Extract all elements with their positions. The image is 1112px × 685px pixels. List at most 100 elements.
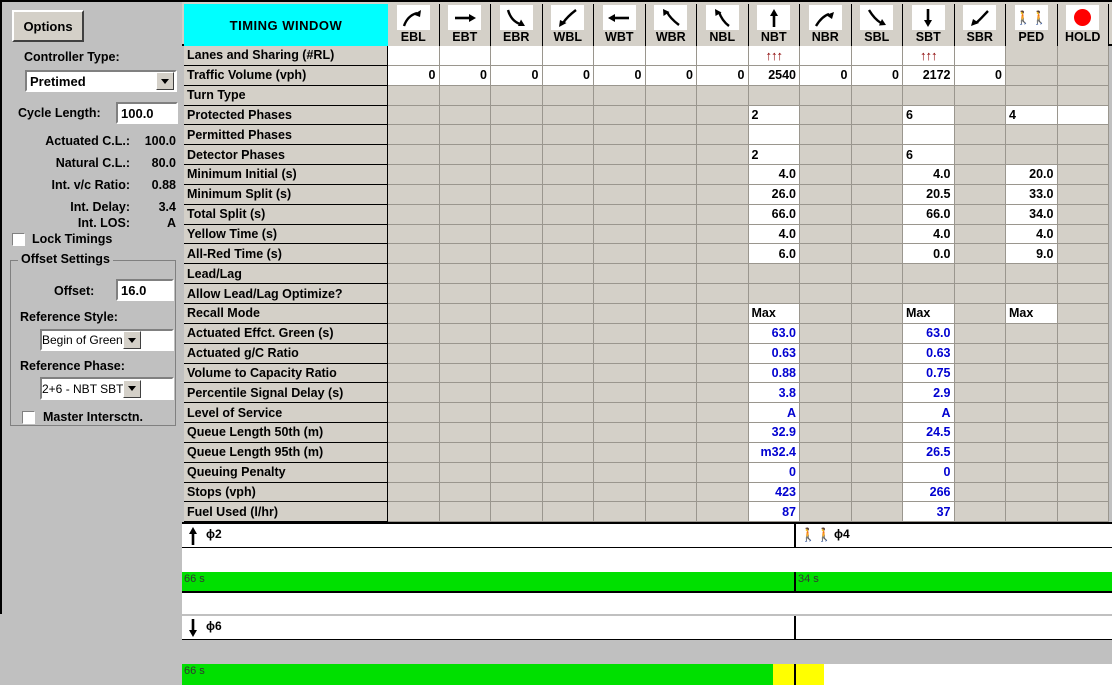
table-cell[interactable] (748, 125, 800, 146)
table-cell[interactable]: 0.75 (903, 363, 955, 384)
table-cell[interactable]: 0.0 (903, 244, 955, 265)
table-cell[interactable]: 4.0 (903, 165, 955, 185)
table-cell[interactable]: 4.0 (1006, 224, 1058, 245)
table-cell[interactable]: 2 (748, 105, 800, 126)
table-cell[interactable]: 66.0 (903, 204, 955, 225)
table-cell[interactable]: Max (748, 303, 800, 324)
table-cell[interactable] (388, 46, 440, 66)
table-cell[interactable]: 0 (697, 65, 749, 86)
table-cell[interactable]: 0 (851, 65, 903, 86)
column-header-sbr[interactable]: SBR (954, 4, 1006, 46)
table-cell[interactable]: 66.0 (748, 204, 800, 225)
table-cell[interactable]: ↑↑↑ (903, 46, 955, 66)
master-intersection-row[interactable]: Master Intersctn. (22, 410, 143, 424)
table-cell[interactable]: 0.63 (748, 343, 800, 364)
table-cell[interactable]: 0 (388, 65, 440, 86)
table-cell[interactable]: 0.88 (748, 363, 800, 384)
table-cell[interactable]: 0 (542, 65, 594, 86)
options-button[interactable]: Options (12, 10, 84, 42)
reference-phase-select[interactable]: 2+6 - NBT SBT (40, 377, 174, 400)
table-cell[interactable]: 3.8 (748, 383, 800, 404)
table-cell[interactable] (491, 46, 543, 66)
table-cell[interactable]: 6.0 (748, 244, 800, 265)
table-cell[interactable]: ↑↑↑ (748, 46, 800, 66)
table-cell[interactable]: 2172 (903, 65, 955, 86)
column-header-sbl[interactable]: SBL (851, 4, 903, 46)
table-cell (491, 482, 543, 503)
table-cell[interactable]: 4 (1006, 105, 1058, 126)
table-cell[interactable]: 2540 (748, 65, 800, 86)
lock-timings-checkbox[interactable] (12, 232, 25, 246)
table-cell[interactable] (954, 46, 1006, 66)
table-cell[interactable]: 0 (800, 65, 852, 86)
table-cell[interactable]: 87 (748, 502, 800, 523)
table-cell[interactable]: 26.5 (903, 442, 955, 463)
table-cell[interactable] (594, 46, 646, 66)
column-header-wbr[interactable]: WBR (645, 4, 697, 46)
table-cell[interactable]: 63.0 (748, 323, 800, 344)
table-cell[interactable]: m32.4 (748, 442, 800, 463)
table-cell[interactable] (645, 46, 697, 66)
cycle-length-input[interactable]: 100.0 (116, 102, 178, 124)
reference-style-select[interactable]: Begin of Green (40, 329, 174, 351)
table-cell[interactable]: A (748, 403, 800, 424)
table-cell[interactable]: 63.0 (903, 323, 955, 344)
table-cell[interactable]: 37 (903, 502, 955, 523)
table-cell[interactable]: 2.9 (903, 383, 955, 404)
column-header-wbl[interactable]: WBL (542, 4, 594, 46)
table-cell[interactable]: 20.5 (903, 184, 955, 205)
table-cell[interactable]: 6 (903, 105, 955, 126)
ring1-bar-strip[interactable]: 66 s 34 s (182, 572, 1112, 593)
table-cell[interactable] (851, 46, 903, 66)
offset-input[interactable]: 16.0 (116, 279, 174, 301)
column-header-ped[interactable]: 🚶🚶 PED (1006, 4, 1058, 46)
table-cell[interactable]: Max (903, 303, 955, 324)
table-cell[interactable]: 26.0 (748, 184, 800, 205)
table-cell[interactable]: 0 (594, 65, 646, 86)
table-cell[interactable]: 34.0 (1006, 204, 1058, 225)
column-header-nbr[interactable]: NBR (800, 4, 852, 46)
chevron-down-icon[interactable] (156, 72, 174, 90)
table-cell[interactable]: 24.5 (903, 423, 955, 443)
table-cell[interactable] (697, 46, 749, 66)
column-header-nbt[interactable]: NBT (748, 4, 800, 46)
table-cell[interactable] (439, 46, 491, 66)
table-cell[interactable]: 0 (645, 65, 697, 86)
table-cell[interactable]: 6 (903, 145, 955, 166)
table-cell[interactable]: 0.63 (903, 343, 955, 364)
table-cell[interactable]: 0 (903, 462, 955, 483)
column-header-ebl[interactable]: EBL (388, 4, 440, 46)
lock-timings-row[interactable]: Lock Timings (12, 232, 112, 246)
controller-type-select[interactable]: Pretimed (25, 70, 177, 92)
table-cell[interactable]: 4.0 (903, 224, 955, 245)
table-cell[interactable]: 33.0 (1006, 184, 1058, 205)
table-cell[interactable]: 0 (491, 65, 543, 86)
table-cell[interactable]: 32.9 (748, 423, 800, 443)
column-header-hold[interactable]: HOLD (1057, 4, 1109, 46)
column-header-sbt[interactable]: SBT (903, 4, 955, 46)
table-cell[interactable]: 2 (748, 145, 800, 166)
table-cell[interactable]: A (903, 403, 955, 424)
table-cell[interactable]: 423 (748, 482, 800, 503)
column-header-wbt[interactable]: WBT (594, 4, 646, 46)
table-cell[interactable]: 0 (748, 462, 800, 483)
chevron-down-icon[interactable] (123, 379, 142, 398)
master-intersection-checkbox[interactable] (22, 410, 35, 424)
table-cell[interactable]: 20.0 (1006, 165, 1058, 185)
column-header-nbl[interactable]: NBL (697, 4, 749, 46)
table-cell[interactable] (800, 46, 852, 66)
table-cell[interactable]: 4.0 (748, 224, 800, 245)
table-cell[interactable]: 4.0 (748, 165, 800, 185)
column-header-ebt[interactable]: EBT (439, 4, 491, 46)
column-header-ebr[interactable]: EBR (491, 4, 543, 46)
table-cell[interactable] (1057, 105, 1109, 126)
table-cell[interactable]: 9.0 (1006, 244, 1058, 265)
chevron-down-icon[interactable] (122, 331, 141, 349)
table-cell[interactable]: 266 (903, 482, 955, 503)
table-cell[interactable]: Max (1006, 303, 1058, 324)
table-cell[interactable] (542, 46, 594, 66)
ring2-bar-strip[interactable]: 66 s (182, 664, 1112, 685)
table-cell[interactable]: 0 (439, 65, 491, 86)
table-cell[interactable] (903, 125, 955, 146)
table-cell[interactable]: 0 (954, 65, 1006, 86)
